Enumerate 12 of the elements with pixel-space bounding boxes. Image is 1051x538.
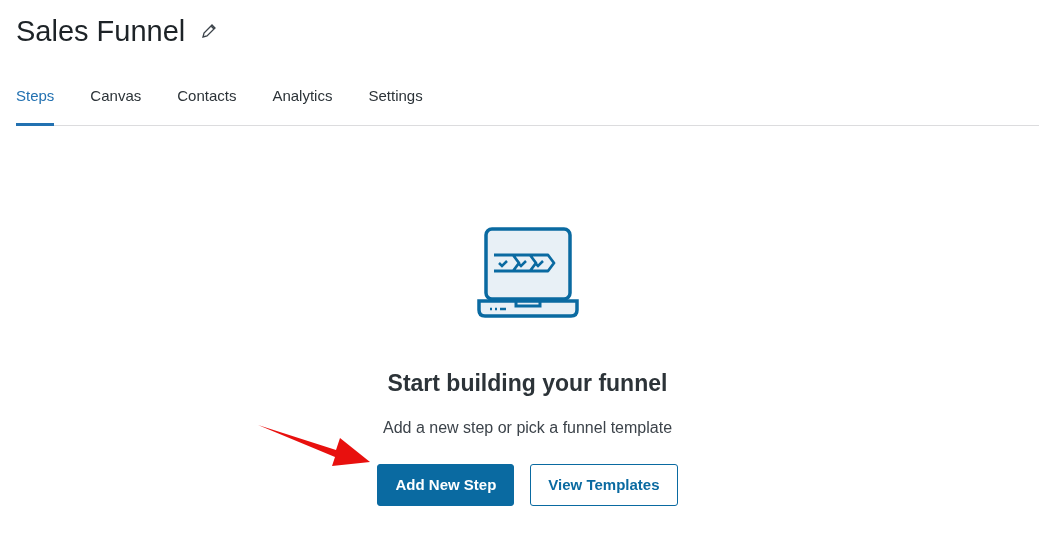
tab[interactable]: Settings [368,84,423,127]
add-step-button[interactable]: Add New Step [377,463,515,507]
page-title: Sales Funnel [16,14,186,49]
empty-state-heading: Start building your funnel [386,370,669,398]
tab[interactable]: Canvas [90,84,142,127]
tab[interactable]: Analytics [272,84,333,127]
tab[interactable]: Contacts [177,84,237,127]
pencil-icon[interactable] [201,23,218,40]
laptop-funnel-icon [475,226,580,321]
empty-state-text: Add a new step or pick a funnel template [381,417,674,438]
tab[interactable]: Steps [16,84,55,127]
templates-button[interactable]: View Templates [530,463,678,507]
